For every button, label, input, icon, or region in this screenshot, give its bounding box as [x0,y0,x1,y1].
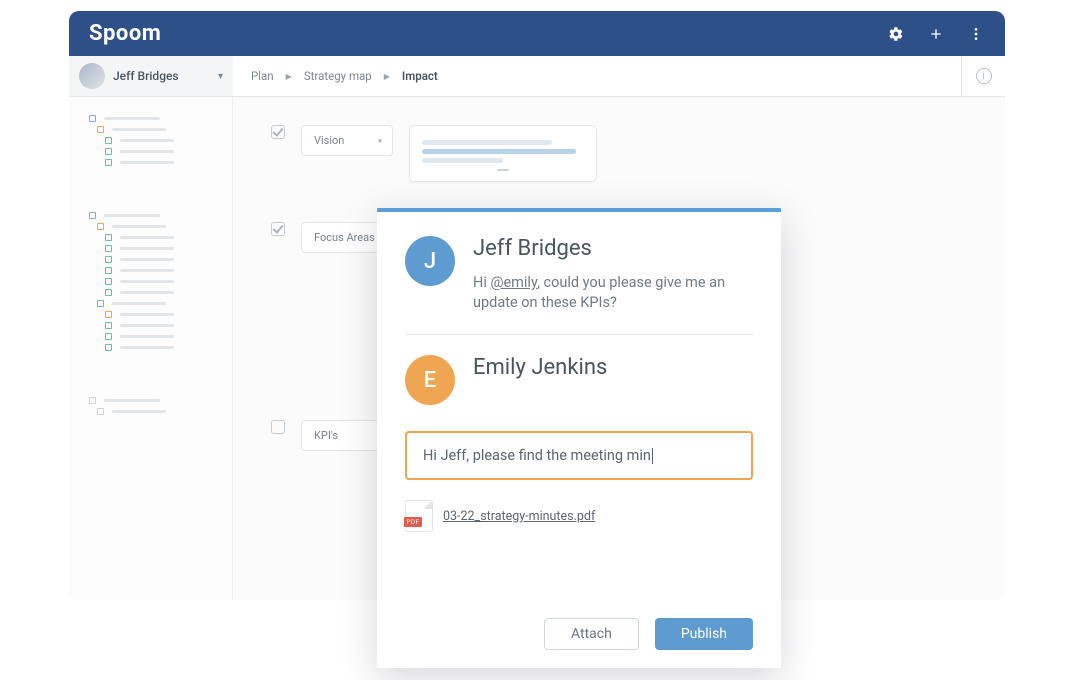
user-dropdown[interactable]: Jeff Bridges ▾ [69,56,233,96]
breadcrumb: Plan ▶ Strategy map ▶ Impact [233,56,456,96]
tree-group [89,202,212,351]
focus-checkbox[interactable] [271,222,285,236]
chevron-down-icon: ▾ [378,136,382,145]
modal-footer: Attach Publish [405,600,753,650]
vision-label: Vision [314,134,344,147]
gear-icon[interactable] [887,25,905,43]
breadcrumb-strategy-map[interactable]: Strategy map [304,69,372,83]
reply-text: Hi Jeff, please find the meeting min [423,447,651,464]
avatar-jeff: J [405,236,455,286]
kpis-checkbox[interactable] [271,420,285,434]
info-icon: i [976,68,992,84]
app-logo: Spoom [89,21,161,46]
mention-emily[interactable]: @emily [490,274,537,291]
reply-input[interactable]: Hi Jeff, please find the meeting min [405,431,753,480]
header-action-icons [887,25,985,43]
publish-button[interactable]: Publish [655,618,753,650]
vision-row: Vision ▾ [271,125,967,182]
comment-modal: J Jeff Bridges Hi @emily, could you plea… [377,208,781,668]
breadcrumb-current: Impact [402,69,438,83]
kpis-label: KPI's [314,429,338,442]
chevron-right-icon: ▶ [384,72,390,81]
vision-dropdown[interactable]: Vision ▾ [301,125,393,156]
comment-author: Jeff Bridges [473,236,753,261]
attachment-filename[interactable]: 03-22_strategy-minutes.pdf [443,509,595,524]
text-cursor [652,448,653,464]
user-avatar [79,63,105,89]
attach-button[interactable]: Attach [544,618,639,650]
info-panel-toggle[interactable]: i [961,56,1005,96]
chevron-down-icon: ▾ [218,71,223,82]
comment-author: Emily Jenkins [473,355,753,380]
pdf-badge: PDF [404,517,422,527]
tree-group [89,387,212,415]
app-header: Spoom [69,11,1005,56]
comment-text-prefix: Hi [473,274,490,291]
focus-label: Focus Areas [314,231,375,244]
user-name: Jeff Bridges [113,69,179,83]
plus-icon[interactable] [927,25,945,43]
attachment-row: PDF 03-22_strategy-minutes.pdf [405,500,753,532]
more-vert-icon[interactable] [967,25,985,43]
vision-checkbox[interactable] [271,125,285,139]
comment-emily: E Emily Jenkins [405,355,753,405]
pdf-file-icon: PDF [405,500,433,532]
comment-text: Hi @emily, could you please give me an u… [473,273,753,312]
breadcrumb-plan[interactable]: Plan [251,69,274,83]
sidebar-tree [69,97,233,600]
divider [405,334,753,335]
subheader: Jeff Bridges ▾ Plan ▶ Strategy map ▶ Imp… [69,56,1005,97]
tree-group [89,105,212,166]
chevron-right-icon: ▶ [286,72,292,81]
vision-card[interactable] [409,125,597,182]
avatar-emily: E [405,355,455,405]
comment-jeff: J Jeff Bridges Hi @emily, could you plea… [405,236,753,312]
